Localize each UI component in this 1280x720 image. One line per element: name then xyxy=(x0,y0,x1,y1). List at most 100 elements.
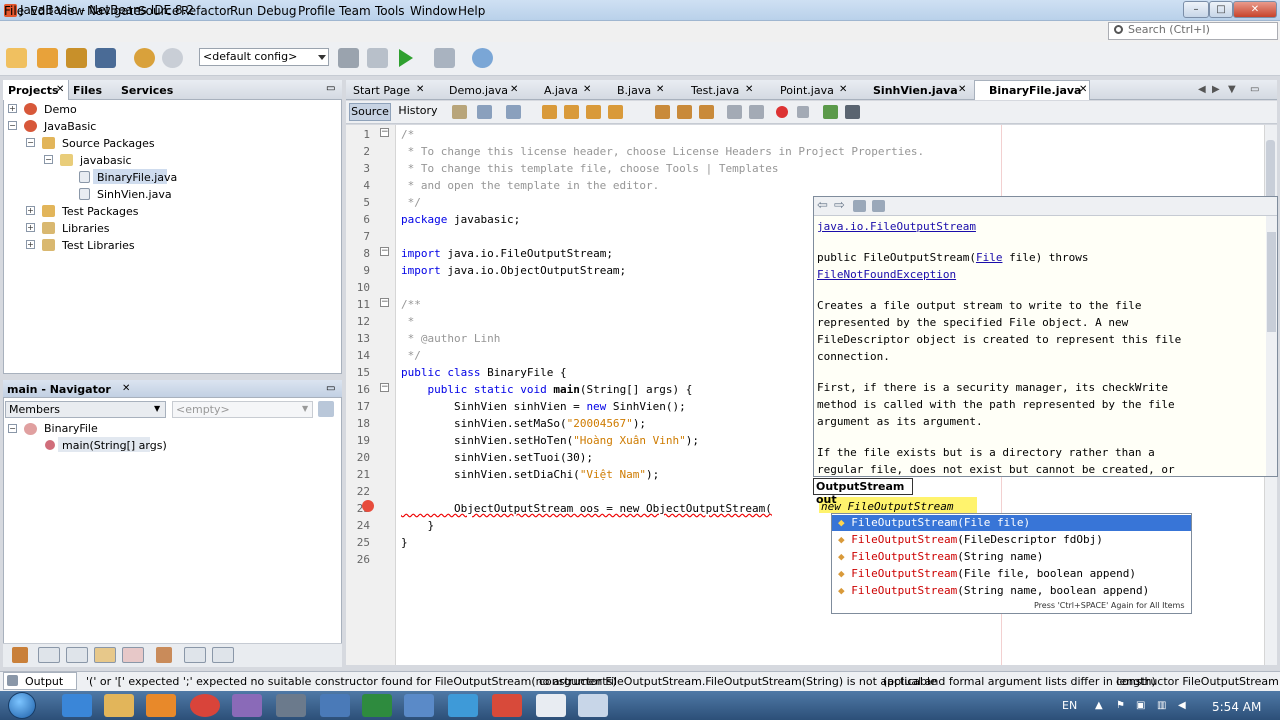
history-view-button[interactable]: History xyxy=(397,103,439,121)
filter-icon[interactable] xyxy=(12,647,28,663)
new-file-icon[interactable] xyxy=(6,48,27,68)
menu-team[interactable]: Team xyxy=(339,4,371,18)
close-icon[interactable]: ✕ xyxy=(958,84,966,95)
nav-item-main[interactable]: main(String[] args) xyxy=(62,439,167,452)
goto-source-icon[interactable] xyxy=(872,200,885,212)
record-macro-icon[interactable] xyxy=(776,106,788,118)
menu-window[interactable]: Window xyxy=(410,4,457,18)
camtasia-icon[interactable] xyxy=(362,694,392,717)
javadoc-exception-link[interactable]: FileNotFoundException xyxy=(817,268,956,281)
close-icon[interactable]: ✕ xyxy=(510,84,518,95)
menu-run[interactable]: Run xyxy=(230,4,253,18)
fold-icon[interactable]: − xyxy=(380,298,389,307)
tab-list-icon[interactable]: ▼ xyxy=(1228,84,1236,95)
app-icon[interactable] xyxy=(404,694,434,717)
tab-b[interactable]: B.java xyxy=(617,84,651,97)
tree-item-sinhvien[interactable]: SinhVien.java xyxy=(97,188,172,201)
sort-source-icon[interactable] xyxy=(212,647,234,663)
close-button[interactable]: ✕ xyxy=(1233,1,1277,18)
close-icon[interactable]: ✕ xyxy=(745,84,753,95)
app-icon[interactable] xyxy=(276,694,306,717)
menu-source[interactable]: Source xyxy=(138,4,179,18)
scroll-tabs-right-icon[interactable]: ▶ xyxy=(1212,84,1220,95)
toggle-highlight-icon[interactable] xyxy=(608,105,623,119)
javadoc-class-link[interactable]: java.io.FileOutputStream xyxy=(817,220,976,233)
shift-right-icon[interactable] xyxy=(749,105,764,119)
explorer-icon[interactable] xyxy=(104,694,134,717)
sort-name-icon[interactable] xyxy=(184,647,206,663)
menu-refactor[interactable]: Refactor xyxy=(181,4,231,18)
expand-icon[interactable]: + xyxy=(8,104,17,113)
tree-item-javabasic-package[interactable]: javabasic xyxy=(80,154,132,167)
media-player-icon[interactable] xyxy=(146,694,176,717)
scrollbar-thumb[interactable] xyxy=(1267,232,1276,332)
maximize-button[interactable]: □ xyxy=(1209,1,1233,18)
display-icon[interactable]: ▣ xyxy=(1136,700,1145,711)
forward-icon[interactable] xyxy=(506,105,521,119)
shift-left-icon[interactable] xyxy=(727,105,742,119)
nav-item-binaryfile[interactable]: BinaryFile xyxy=(44,422,98,435)
fold-icon[interactable]: − xyxy=(380,247,389,256)
language-indicator[interactable]: EN xyxy=(1062,699,1077,712)
search-input[interactable]: Search (Ctrl+I) xyxy=(1128,23,1210,36)
new-project-icon[interactable] xyxy=(37,48,58,68)
app-icon[interactable] xyxy=(578,694,608,717)
menu-navigate[interactable]: Navigate xyxy=(87,4,141,18)
netbeans-task-icon[interactable] xyxy=(320,694,350,717)
open-browser-icon[interactable] xyxy=(853,200,866,212)
tab-binaryfile[interactable]: BinaryFile.java xyxy=(989,84,1082,97)
tab-projects[interactable]: Projects xyxy=(8,84,59,97)
toggle-bookmark-icon[interactable] xyxy=(699,105,714,119)
tree-item-demo[interactable]: Demo xyxy=(44,103,77,116)
output-tab-label[interactable]: Output xyxy=(25,675,63,688)
next-bookmark-icon[interactable] xyxy=(677,105,692,119)
menu-debug[interactable]: Debug xyxy=(257,4,296,18)
last-edit-icon[interactable] xyxy=(452,105,467,119)
completion-item[interactable]: ◆ FileOutputStream(File file) xyxy=(838,516,1030,529)
menu-file[interactable]: File xyxy=(4,4,24,18)
clean-build-icon[interactable] xyxy=(367,48,388,68)
clock[interactable]: 5:54 AM xyxy=(1212,700,1261,714)
volume-icon[interactable]: ◀ xyxy=(1178,700,1186,711)
close-icon[interactable]: ✕ xyxy=(583,84,591,95)
menu-profile[interactable]: Profile xyxy=(298,4,335,18)
find-icon[interactable] xyxy=(542,105,557,119)
source-view-button[interactable]: Source xyxy=(349,103,391,121)
inherited-icon[interactable] xyxy=(122,647,144,663)
non-public-icon[interactable] xyxy=(94,647,116,663)
expand-icon[interactable]: + xyxy=(26,206,35,215)
filter-select[interactable]: <empty> xyxy=(172,401,313,418)
tab-sinhvien[interactable]: SinhVien.java xyxy=(873,84,958,97)
run-icon[interactable] xyxy=(399,49,413,67)
close-icon[interactable]: ✕ xyxy=(416,84,424,95)
completion-item[interactable]: ◆ FileOutputStream(String name, boolean … xyxy=(838,584,1149,597)
start-button[interactable] xyxy=(8,692,36,719)
sort-icon[interactable] xyxy=(156,647,172,663)
close-icon[interactable]: ✕ xyxy=(56,84,64,95)
javadoc-type-link[interactable]: File xyxy=(976,251,1003,264)
tree-item-libraries[interactable]: Libraries xyxy=(62,222,110,235)
minimize-panel-icon[interactable]: ▭ xyxy=(326,83,335,94)
tree-item-test-libraries[interactable]: Test Libraries xyxy=(62,239,135,252)
tab-start-page[interactable]: Start Page xyxy=(353,84,410,97)
open-project-icon[interactable] xyxy=(66,48,87,68)
app-icon[interactable] xyxy=(492,694,522,717)
completion-item[interactable]: ◆ FileOutputStream(File file, boolean ap… xyxy=(838,567,1136,580)
fold-icon[interactable]: − xyxy=(380,383,389,392)
back-icon[interactable]: ⇦ xyxy=(817,198,828,213)
comment-icon[interactable] xyxy=(823,105,838,119)
chrome-icon[interactable] xyxy=(190,694,220,717)
paint-icon[interactable] xyxy=(232,694,262,717)
minimize-panel-icon[interactable]: ▭ xyxy=(326,383,335,394)
stop-macro-icon[interactable] xyxy=(797,106,809,118)
menu-edit[interactable]: Edit xyxy=(30,4,53,18)
tree-item-javabasic[interactable]: JavaBasic xyxy=(44,120,96,133)
completion-item[interactable]: ◆ FileOutputStream(String name) xyxy=(838,550,1043,563)
scroll-tabs-left-icon[interactable]: ◀ xyxy=(1198,84,1206,95)
minimize-button[interactable]: – xyxy=(1183,1,1209,18)
close-icon[interactable]: ✕ xyxy=(656,84,664,95)
tab-test[interactable]: Test.java xyxy=(691,84,739,97)
undo-icon[interactable] xyxy=(134,48,155,68)
network-icon[interactable]: ▥ xyxy=(1157,700,1166,711)
fields-icon[interactable] xyxy=(38,647,60,663)
